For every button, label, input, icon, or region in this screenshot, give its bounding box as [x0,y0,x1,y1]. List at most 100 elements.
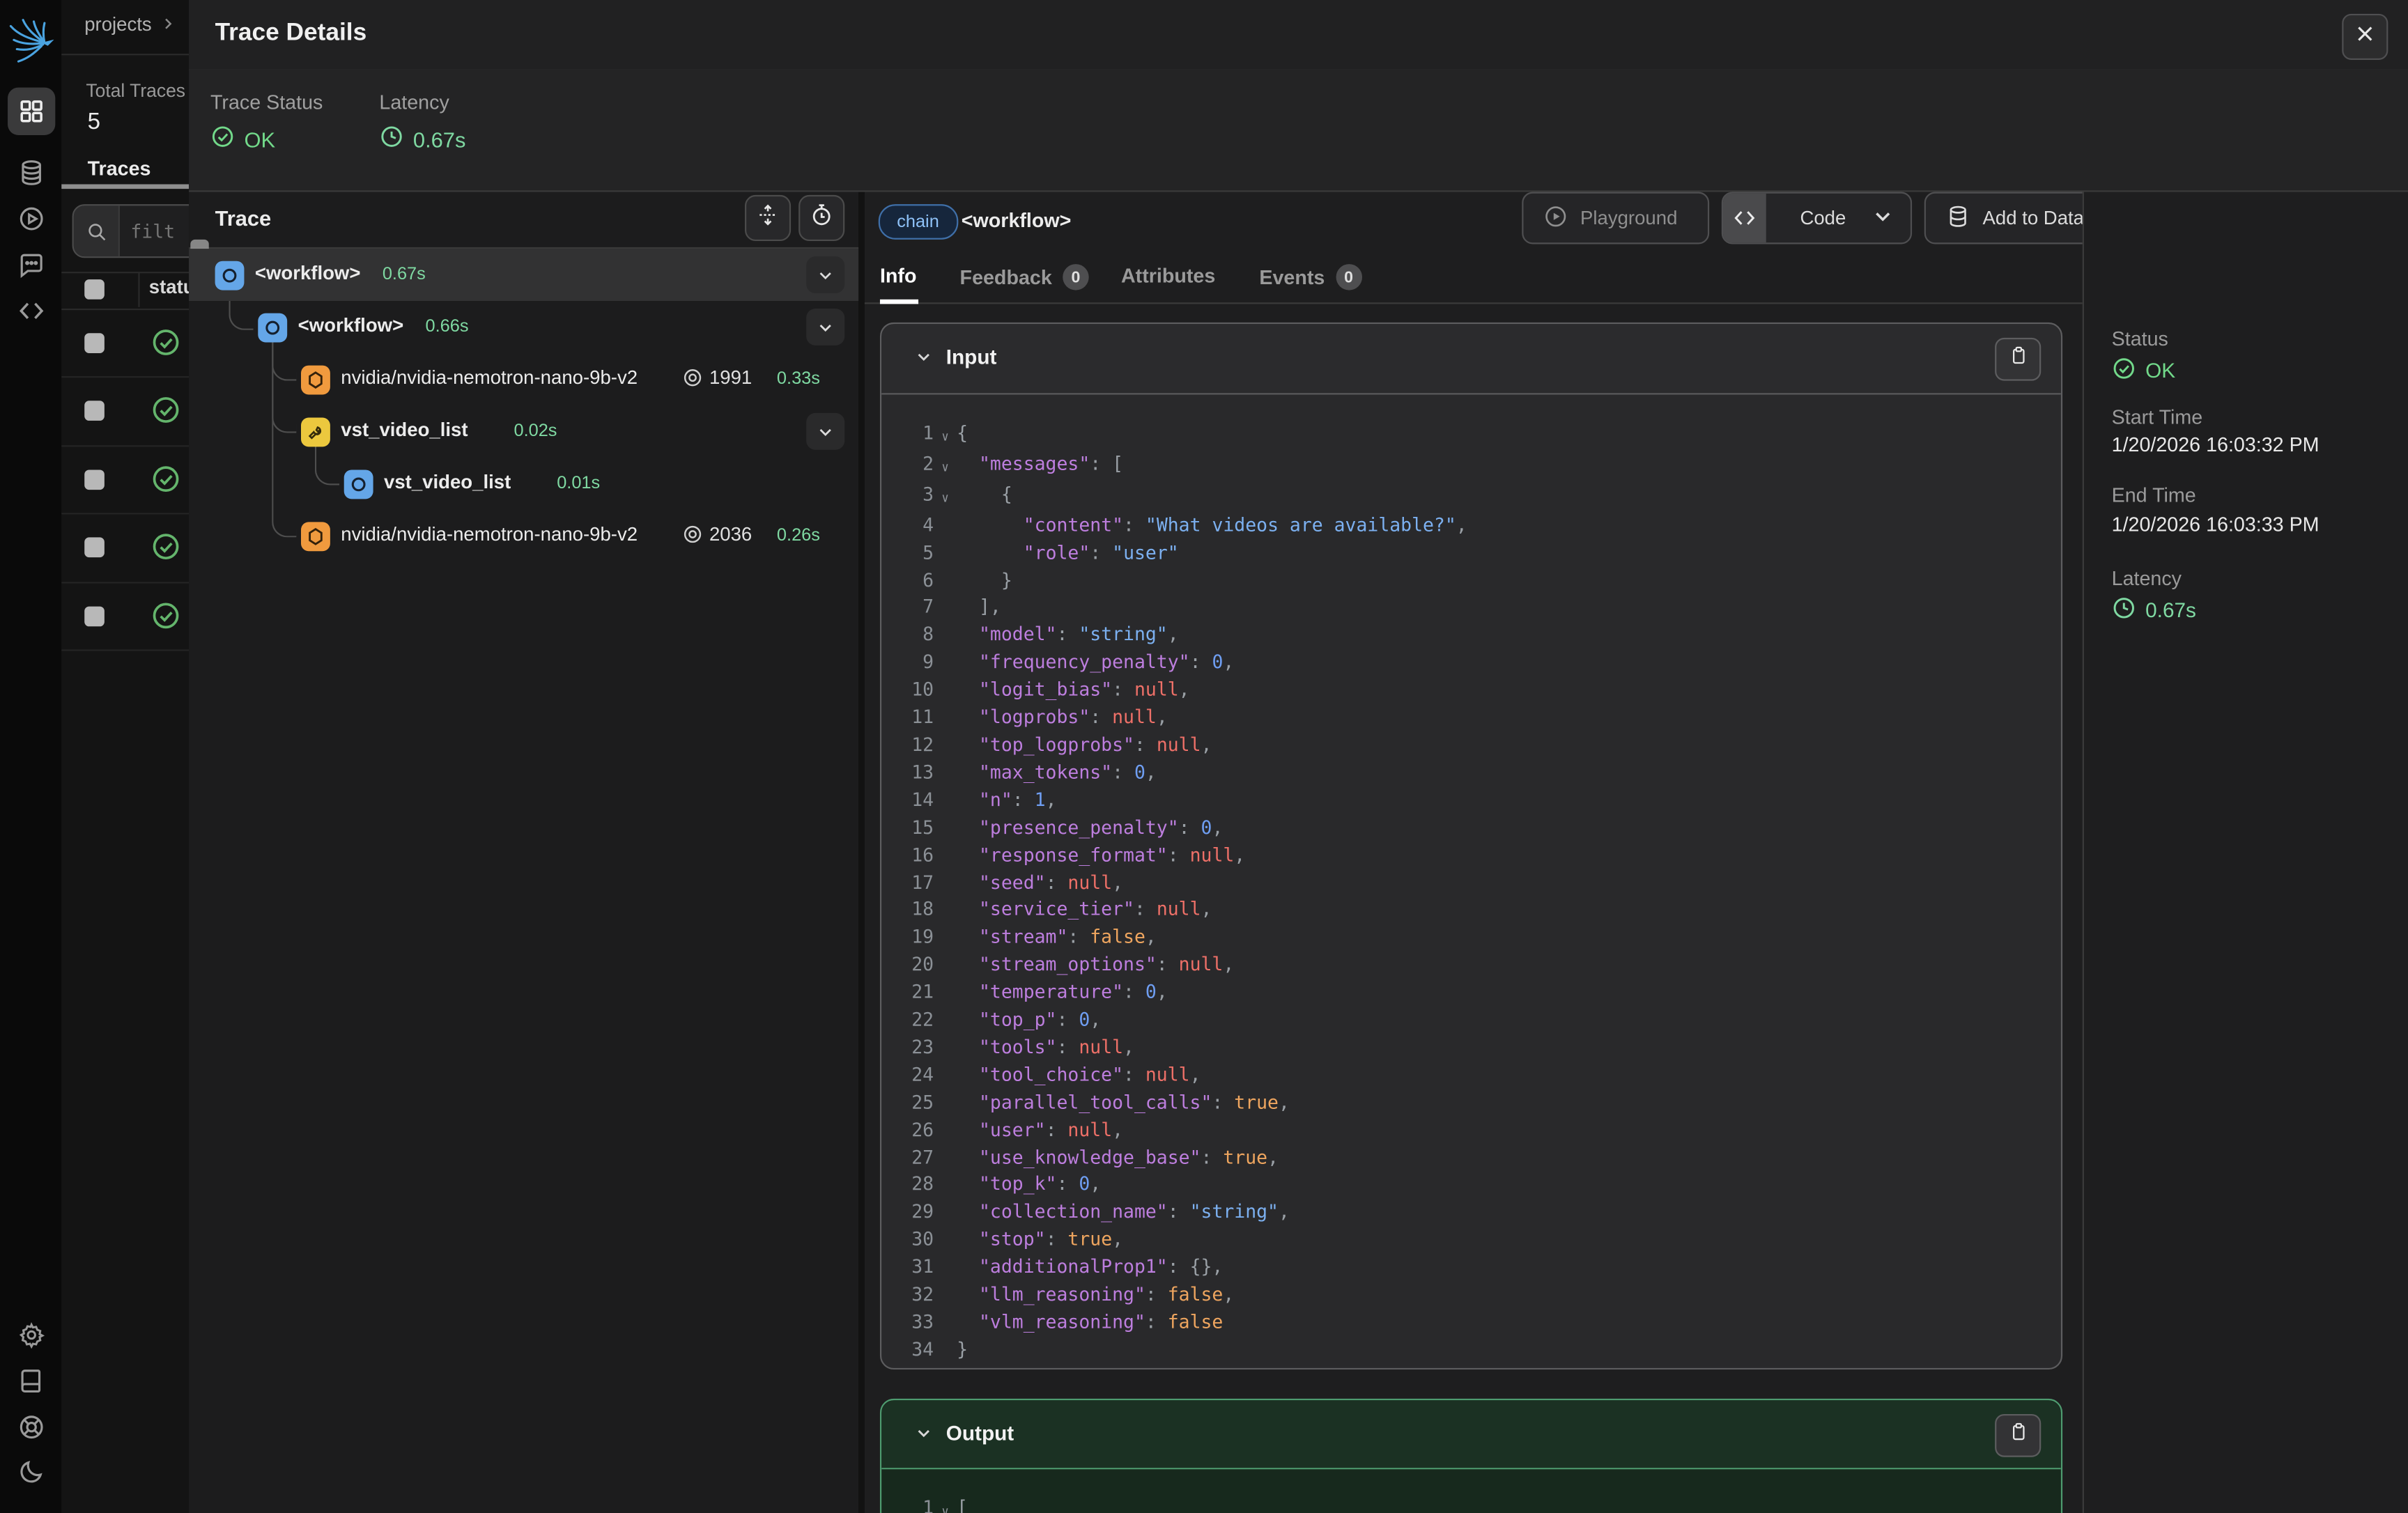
code-line: 29 "collection_name": "string", [881,1200,2061,1227]
expand-vertical-icon [755,202,780,234]
phoenix-logo[interactable] [8,17,54,68]
close-button[interactable] [2342,14,2388,60]
line-number: 28 [881,1172,934,1200]
token-count: 1991 [681,367,752,389]
row-checkbox[interactable] [84,332,105,352]
line-number: 10 [881,677,934,704]
rail-item-code[interactable] [13,292,51,330]
fold-chevron-icon[interactable]: ∨ [934,451,957,482]
code-line: 22 "top_p": 0, [881,1007,2061,1034]
line-number: 12 [881,732,934,759]
modal-title: Trace Details [215,20,367,48]
span-name: nvidia/nvidia-nemotron-nano-9b-v2 [341,367,638,389]
code-line: 28 "top_k": 0, [881,1172,2061,1200]
table-row[interactable] [61,376,189,446]
tree-row-workflow[interactable]: <workflow>0.67s [189,249,858,301]
fold-spacer [934,1062,957,1089]
line-number: 34 [881,1337,934,1365]
status-ok-icon [150,326,181,364]
chevron-down-icon[interactable] [913,1423,934,1451]
rail-item-book[interactable] [13,1362,51,1400]
code-button[interactable]: Code [1722,192,1912,245]
fold-spacer [934,1282,957,1310]
fold-spacer [934,787,957,814]
breadcrumb[interactable]: projects [84,14,175,36]
breadcrumb-label[interactable]: projects [84,14,151,36]
output-json[interactable]: 1∨[ [881,1469,2061,1513]
status-column-header[interactable]: statu [149,277,189,298]
output-panel-header[interactable]: Output [881,1400,2061,1469]
copy-button[interactable] [1995,1414,2041,1457]
playground-button[interactable]: Playground [1522,192,1709,245]
tree-row-nvidia/nvidia-nemotron-nano-9b-v2[interactable]: nvidia/nvidia-nemotron-nano-9b-v220360.2… [189,510,858,562]
chain-span-icon [215,261,245,290]
left-nav-rail [0,0,61,1513]
table-row[interactable] [61,581,189,651]
rail-item-chat[interactable] [13,246,51,284]
search-input[interactable] [120,220,189,242]
table-row[interactable] [61,513,189,582]
rail-item-database[interactable] [13,153,51,192]
chain-span-icon [344,469,373,498]
line-number: 17 [881,870,934,897]
tab-traces[interactable]: Traces [88,157,151,180]
code-line: 10 "logit_bias": null, [881,677,2061,704]
row-checkbox[interactable] [84,537,105,557]
chevron-down-icon[interactable] [806,309,844,346]
code-line: 32 "llm_reasoning": false, [881,1282,2061,1310]
trace-tree-panel: Trace [189,192,865,1513]
input-panel-header[interactable]: Input [881,324,2061,394]
chevron-down-icon[interactable] [806,413,844,450]
fold-chevron-icon[interactable]: ∨ [934,1496,957,1513]
clock-icon [379,125,403,154]
tab-attributes[interactable]: Attributes [1121,264,1215,287]
span-name: vst_video_list [341,419,468,441]
line-number: 33 [881,1310,934,1337]
fold-spacer [934,1145,957,1172]
line-number: 31 [881,1255,934,1282]
tree-row-nvidia/nvidia-nemotron-nano-9b-v2[interactable]: nvidia/nvidia-nemotron-nano-9b-v219910.3… [189,353,858,405]
rail-item-gear[interactable] [13,1316,51,1354]
row-checkbox[interactable] [84,401,105,421]
fold-spacer [934,870,957,897]
rail-item-lifebuoy[interactable] [13,1408,51,1446]
chevron-down-icon[interactable] [806,256,844,293]
fold-spacer [934,567,957,594]
tree-row-vst_video_list[interactable]: vst_video_list0.02s [189,405,858,458]
code-line: 1∨{ [881,421,2061,451]
input-json[interactable]: 1∨{2∨ "messages": [3∨ {4 "content": "Wha… [881,394,2061,1365]
clipboard-icon [2008,346,2028,373]
row-checkbox[interactable] [84,469,105,489]
tab-feedback[interactable]: Feedback0 [960,264,1089,290]
select-all-checkbox[interactable] [84,279,105,300]
token-count: 2036 [681,524,752,545]
tree-row-workflow[interactable]: <workflow>0.66s [189,301,858,353]
copy-button[interactable] [1995,338,2041,381]
tree-row-vst_video_list[interactable]: vst_video_list0.01s [189,458,858,510]
table-row[interactable] [61,308,189,378]
code-line: 31 "additionalProp1": {}, [881,1255,2061,1282]
line-number: 7 [881,595,934,622]
tab-info[interactable]: Info [880,264,917,287]
rail-item-grid[interactable] [8,88,55,135]
trace-status-value: OK [210,125,275,154]
table-row[interactable] [61,444,189,514]
fold-chevron-icon[interactable]: ∨ [934,482,957,513]
tab-events[interactable]: Events0 [1259,264,1361,290]
traces-tab-underline [61,184,189,189]
rail-item-moon[interactable] [13,1452,51,1491]
fold-chevron-icon[interactable]: ∨ [934,421,957,451]
trace-search[interactable] [72,204,190,258]
rail-item-play-circle[interactable] [13,200,51,238]
code-line: 15 "presence_penalty": 0, [881,815,2061,842]
expand-collapse-button[interactable] [745,195,791,241]
line-number: 3 [881,482,934,513]
modal-titlebar [189,0,2408,70]
row-checkbox[interactable] [84,606,105,626]
chevron-down-icon[interactable] [913,347,934,375]
clipboard-icon [2008,1422,2028,1450]
code-icon[interactable] [1723,194,1766,243]
span-detail-main: chain <workflow> Playground Code [865,192,2083,1513]
latency-label: Latency [379,91,449,114]
timing-button[interactable] [798,195,844,241]
